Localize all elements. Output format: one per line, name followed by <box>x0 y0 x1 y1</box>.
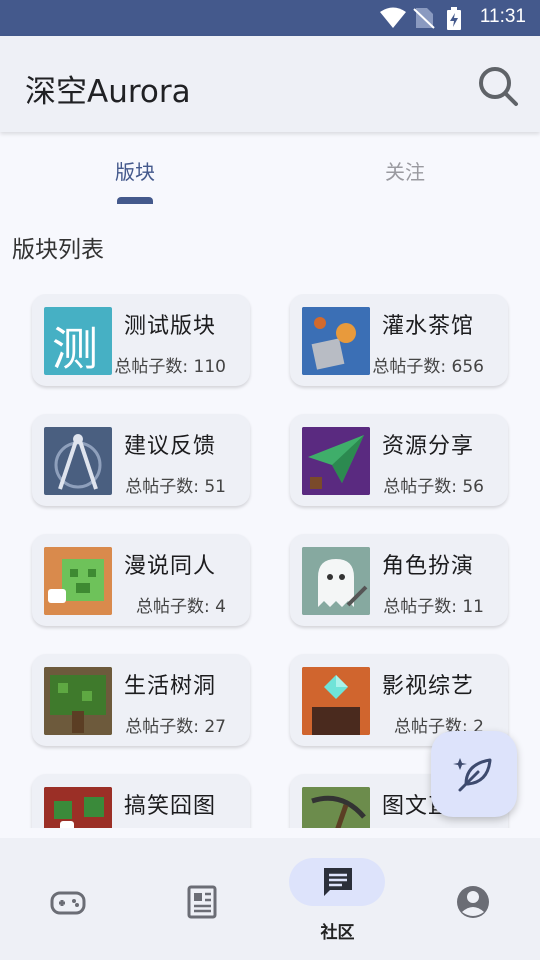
board-thumb-char: 测 <box>52 322 98 375</box>
new-post-button[interactable] <box>431 731 517 817</box>
app-bar: 深空Aurora <box>0 36 540 132</box>
board-name: 灌水茶馆 <box>382 314 475 339</box>
tab-boards[interactable]: 版块 <box>0 132 270 204</box>
board-card-fanwork[interactable]: 漫说同人 总帖子数: 4 <box>32 534 250 626</box>
tab-bar: 版块 关注 <box>0 132 540 204</box>
app-title: 深空Aurora <box>25 74 191 110</box>
battery-charging-icon <box>447 7 461 30</box>
board-post-count: 总帖子数: 4 <box>136 597 226 617</box>
board-card-treehole[interactable]: 生活树洞 总帖子数: 27 <box>32 654 250 746</box>
account-icon <box>456 886 489 918</box>
board-post-count: 总帖子数: 27 <box>125 717 226 737</box>
nav-news[interactable] <box>135 838 270 960</box>
board-thumb-funny <box>44 787 112 828</box>
tab-following[interactable]: 关注 <box>270 132 540 204</box>
chat-icon <box>323 868 352 896</box>
board-post-count: 总帖子数: 656 <box>372 357 484 377</box>
nav-label: 社区 <box>320 923 355 943</box>
board-name: 漫说同人 <box>124 554 217 579</box>
board-thumb-test: 测 <box>44 307 112 375</box>
newspaper-icon <box>187 885 216 919</box>
nav-profile[interactable] <box>405 838 540 960</box>
board-name: 生活树洞 <box>124 674 217 699</box>
board-thumb-resources <box>302 427 370 495</box>
tab-indicator <box>117 197 153 204</box>
board-name: 影视综艺 <box>382 674 475 699</box>
board-post-count: 总帖子数: 51 <box>125 477 226 497</box>
board-thumb-teahouse <box>302 307 370 375</box>
board-card-roleplay[interactable]: 角色扮演 总帖子数: 11 <box>290 534 508 626</box>
wifi-icon <box>380 7 406 28</box>
board-card-funny[interactable]: 搞笑囧图 <box>32 774 250 828</box>
board-thumb-feedback <box>44 427 112 495</box>
section-title: 版块列表 <box>12 237 104 263</box>
board-name: 搞笑囧图 <box>124 794 217 819</box>
board-name: 测试版块 <box>124 314 217 339</box>
feather-icon <box>453 758 492 792</box>
board-post-count: 总帖子数: 11 <box>383 597 484 617</box>
bottom-navigation: 社区 <box>0 838 540 960</box>
board-card-test[interactable]: 测 测试版块 总帖子数: 110 <box>32 294 250 386</box>
nav-games[interactable] <box>0 838 135 960</box>
status-bar: 11:31 <box>0 0 540 36</box>
board-card-teahouse[interactable]: 灌水茶馆 总帖子数: 656 <box>290 294 508 386</box>
board-name: 资源分享 <box>382 434 475 459</box>
gamepad-icon <box>50 891 85 915</box>
board-card-resources[interactable]: 资源分享 总帖子数: 56 <box>290 414 508 506</box>
search-icon[interactable] <box>476 64 520 108</box>
board-name: 角色扮演 <box>382 554 475 579</box>
no-sim-icon <box>413 8 435 29</box>
board-card-feedback[interactable]: 建议反馈 总帖子数: 51 <box>32 414 250 506</box>
board-thumb-graphic <box>302 787 370 828</box>
board-thumb-fanwork <box>44 547 112 615</box>
clock: 11:31 <box>479 6 526 27</box>
board-thumb-treehole <box>44 667 112 735</box>
board-name: 建议反馈 <box>124 434 217 459</box>
nav-community[interactable]: 社区 <box>270 838 405 960</box>
board-post-count: 总帖子数: 56 <box>383 477 484 497</box>
board-thumb-roleplay <box>302 547 370 615</box>
board-post-count: 总帖子数: 110 <box>114 357 226 377</box>
board-thumb-media <box>302 667 370 735</box>
